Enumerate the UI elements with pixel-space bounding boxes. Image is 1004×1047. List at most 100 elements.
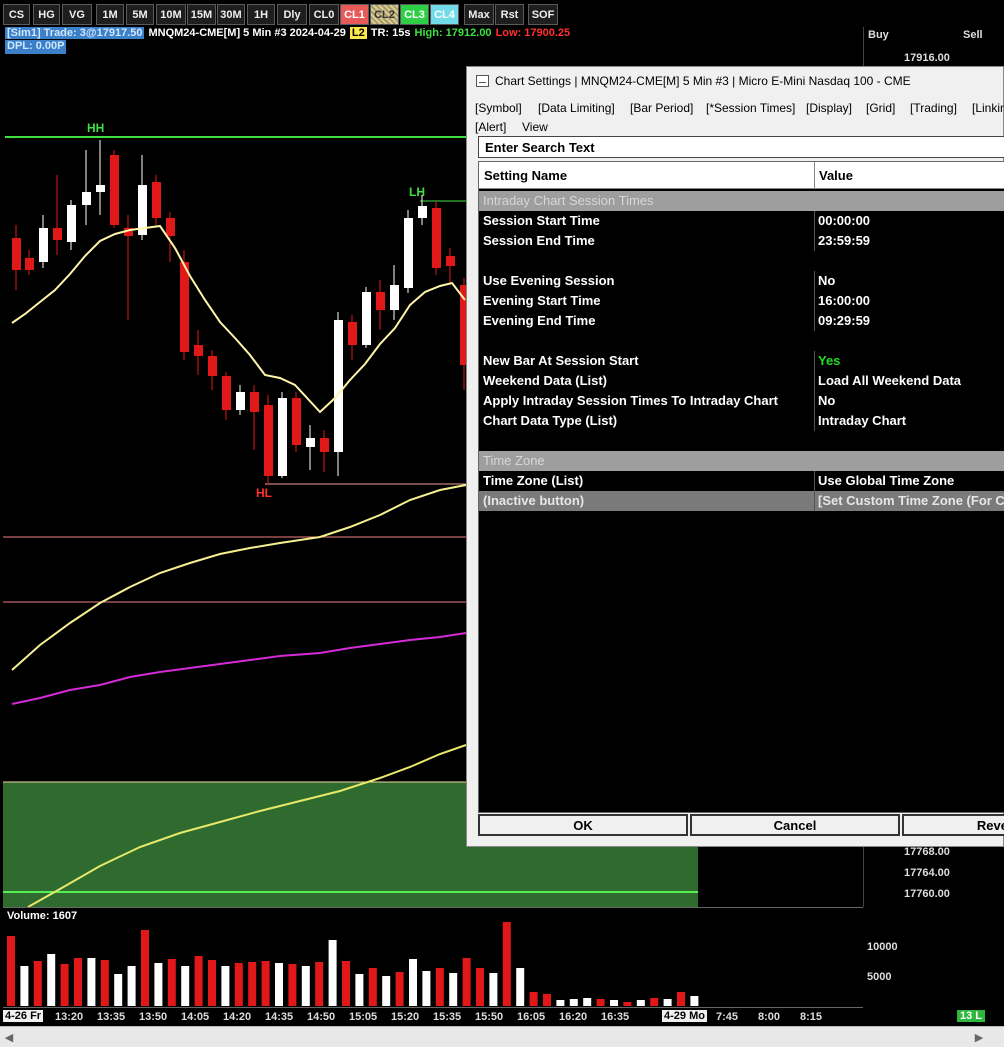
bar-count-badge: 13 L <box>957 1010 986 1022</box>
chart-toolbar: CS HG VG 1M 5M 10M 15M 30M 1H Dly CL0 CL… <box>0 0 1004 27</box>
volume-axis-label: 5000 <box>867 971 892 983</box>
setting-row[interactable]: Weekend Data (List) Load All Weekend Data <box>479 371 1004 391</box>
col-value[interactable]: Value <box>819 168 853 183</box>
volume-bar <box>556 1000 565 1006</box>
date-box: 4-29 Mo <box>662 1010 707 1022</box>
volume-axis-label: 10000 <box>867 941 898 953</box>
revert-button[interactable]: Reve <box>902 814 1004 836</box>
candle-body <box>208 356 217 376</box>
candle-body <box>166 218 175 236</box>
scroll-right-icon[interactable]: ▶ <box>972 1030 986 1044</box>
candle-body <box>222 376 231 410</box>
volume-bar <box>275 963 283 1006</box>
candle-body <box>96 185 105 192</box>
setting-name: Chart Data Type (List) <box>483 413 618 428</box>
toolbar-vg-button[interactable]: VG <box>62 4 92 25</box>
setting-row[interactable]: Evening End Time 09:29:59 <box>479 311 1004 331</box>
toolbar-cs-button[interactable]: CS <box>3 4 30 25</box>
toolbar-10m-button[interactable]: 10M <box>156 4 186 25</box>
setting-value[interactable]: No <box>818 393 835 408</box>
volume-bar <box>489 973 498 1006</box>
tab-view[interactable]: View <box>522 118 548 137</box>
setting-row[interactable]: Use Evening Session No <box>479 271 1004 291</box>
tab-trading[interactable]: [Trading] <box>910 99 957 118</box>
setting-name: Session Start Time <box>483 213 600 228</box>
sell-column-header[interactable]: Sell <box>963 29 983 41</box>
toolbar-cl2-button[interactable]: CL2 <box>370 4 399 25</box>
setting-row[interactable]: Session End Time 23:59:59 <box>479 231 1004 251</box>
time-label: 8:15 <box>800 1011 823 1023</box>
cancel-button[interactable]: Cancel <box>690 814 900 836</box>
tab-bar-period[interactable]: [Bar Period] <box>630 99 693 118</box>
setting-value[interactable]: 16:00:00 <box>818 293 870 308</box>
setting-row[interactable]: Evening Start Time 16:00:00 <box>479 291 1004 311</box>
candle-body <box>67 205 76 242</box>
scroll-left-icon[interactable]: ◀ <box>2 1030 16 1044</box>
time-label: 14:20 <box>223 1011 252 1023</box>
search-input[interactable]: Enter Search Text <box>478 136 1004 158</box>
volume-bar <box>663 999 672 1006</box>
setting-row[interactable]: Time Zone (List) Use Global Time Zone <box>479 471 1004 491</box>
toolbar-cl0-button[interactable]: CL0 <box>309 4 339 25</box>
toolbar-1m-button[interactable]: 1M <box>96 4 124 25</box>
setting-name: Apply Intraday Session Times To Intraday… <box>483 393 778 408</box>
tab-symbol[interactable]: [Symbol] <box>475 99 522 118</box>
toolbar-cl1-button[interactable]: CL1 <box>340 4 369 25</box>
toolbar-15m-button[interactable]: 15M <box>187 4 216 25</box>
volume-bar <box>382 976 391 1006</box>
toolbar-cl4-button[interactable]: CL4 <box>430 4 459 25</box>
toolbar-rst-button[interactable]: Rst <box>495 4 524 25</box>
hh-label: HH <box>87 121 104 135</box>
volume-bar <box>288 964 297 1006</box>
tab-session-times[interactable]: [*Session Times] <box>706 99 795 118</box>
dpl-info: DPL: 0.00P <box>5 40 67 54</box>
setting-value[interactable]: No <box>818 273 835 288</box>
setting-value[interactable]: Load All Weekend Data <box>818 373 961 388</box>
col-setting-name[interactable]: Setting Name <box>484 168 567 183</box>
candle-body <box>376 292 385 310</box>
toolbar-5m-button[interactable]: 5M <box>126 4 154 25</box>
setting-row[interactable]: (Inactive button) [Set Custom Time Zone (… <box>479 491 1004 511</box>
toolbar-dly-button[interactable]: Dly <box>277 4 307 25</box>
time-label: 15:05 <box>349 1011 378 1023</box>
account-trade-info: [Sim1] Trade: 3@17917.50 <box>5 27 145 39</box>
setting-row[interactable]: Chart Data Type (List) Intraday Chart <box>479 411 1004 431</box>
setting-row[interactable]: Apply Intraday Session Times To Intraday… <box>479 391 1004 411</box>
low-info: Low: 17900.25 <box>495 27 571 39</box>
setting-value[interactable]: Use Global Time Zone <box>818 473 954 488</box>
setting-name: New Bar At Session Start <box>483 353 639 368</box>
ok-button[interactable]: OK <box>478 814 688 836</box>
tab-data-limiting[interactable]: [Data Limiting] <box>538 99 615 118</box>
time-label: 16:20 <box>559 1011 588 1023</box>
setting-row[interactable]: New Bar At Session Start Yes <box>479 351 1004 371</box>
buy-column-header[interactable]: Buy <box>868 29 889 41</box>
toolbar-1h-button[interactable]: 1H <box>247 4 275 25</box>
candle-body <box>152 182 161 218</box>
setting-value[interactable]: 09:29:59 <box>818 313 870 328</box>
toolbar-30m-button[interactable]: 30M <box>217 4 245 25</box>
toolbar-max-button[interactable]: Max <box>464 4 494 25</box>
tab-display[interactable]: [Display] <box>806 99 852 118</box>
volume-bar <box>342 961 350 1006</box>
section-header: Time Zone <box>479 451 1004 471</box>
ma-fast-line <box>11 224 466 414</box>
volume-bar <box>569 999 578 1006</box>
tab-alert[interactable]: [Alert] <box>475 118 506 137</box>
volume-bar <box>181 966 190 1006</box>
toolbar-hg-button[interactable]: HG <box>33 4 60 25</box>
setting-value[interactable]: Yes <box>818 353 840 368</box>
setting-row[interactable]: Session Start Time 00:00:00 <box>479 211 1004 231</box>
setting-value[interactable]: 23:59:59 <box>818 233 870 248</box>
toolbar-cl3-button[interactable]: CL3 <box>400 4 429 25</box>
setting-value[interactable]: [Set Custom Time Zone (For C <box>818 493 1004 508</box>
toolbar-sof-button[interactable]: SOF <box>528 4 558 25</box>
horizontal-scrollbar[interactable]: ◀ ▶ <box>0 1026 1004 1047</box>
candle-body <box>82 192 91 205</box>
setting-value[interactable]: Intraday Chart <box>818 413 906 428</box>
tab-linking[interactable]: [Linkin <box>972 99 1004 118</box>
candle-body <box>53 228 62 240</box>
candle-body <box>12 238 21 270</box>
candle-body <box>292 398 301 445</box>
setting-value[interactable]: 00:00:00 <box>818 213 870 228</box>
tab-grid[interactable]: [Grid] <box>866 99 895 118</box>
